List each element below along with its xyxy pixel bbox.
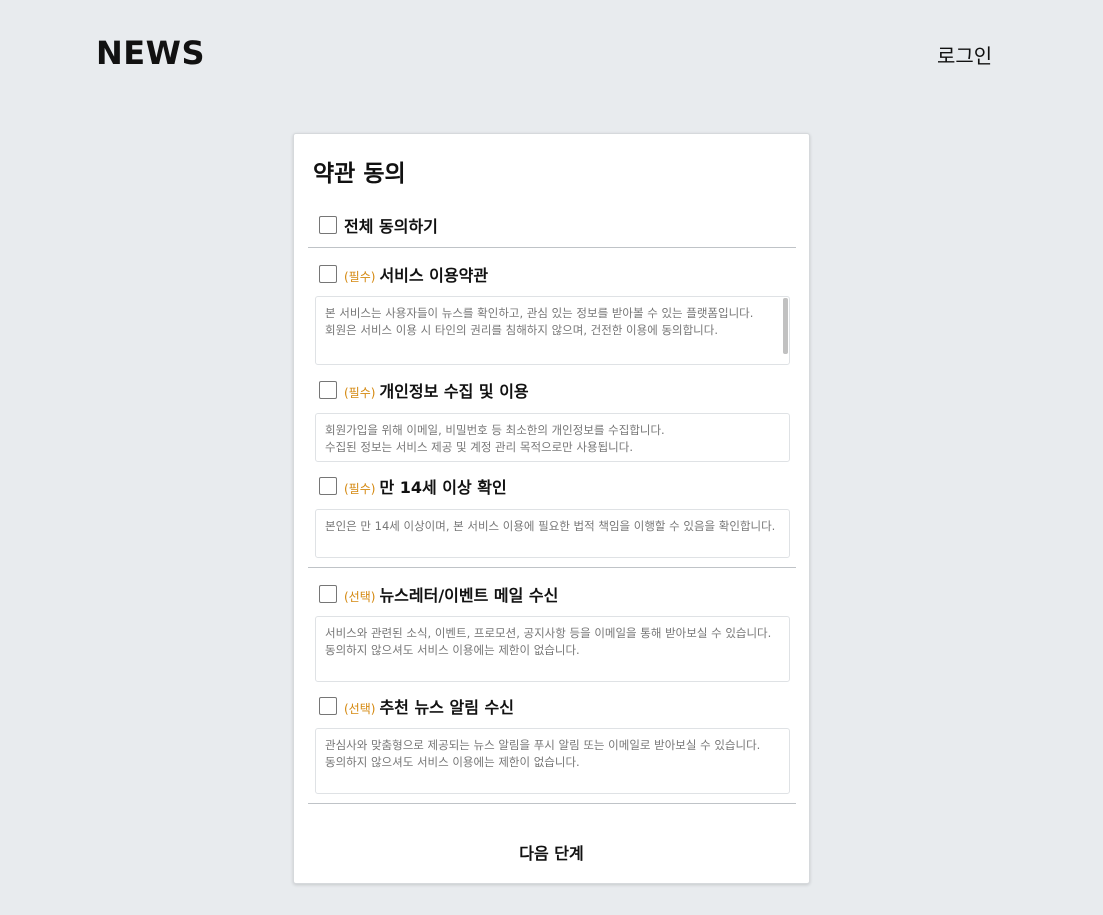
top-header: NEWS 로그인	[0, 0, 1103, 100]
next-step-button[interactable]: 다음 단계	[294, 840, 809, 864]
privacy-label[interactable]: 개인정보 수집 및 이용	[379, 378, 528, 402]
newsletter-text-box[interactable]: 서비스와 관련된 소식, 이벤트, 프로모션, 공지사항 등을 이메일을 통해 …	[315, 616, 790, 682]
page-title: 약관 동의	[313, 161, 406, 187]
terms-text-line: 동의하지 않으셔도 서비스 이용에는 제한이 없습니다.	[325, 642, 580, 657]
terms-text-line: 서비스와 관련된 소식, 이벤트, 프로모션, 공지사항 등을 이메일을 통해 …	[325, 626, 772, 640]
terms-agreement-card: 약관 동의 전체 동의하기 (필수) 서비스 이용약관 본 서비스는 사용자들이…	[293, 133, 810, 884]
terms-text-line: 수집된 정보는 서비스 제공 및 계정 관리 목적으로만 사용됩니다.	[325, 439, 633, 454]
required-tag: (필수)	[344, 386, 376, 400]
scrollbar[interactable]	[783, 298, 788, 354]
news-alert-row[interactable]: (선택) 추천 뉴스 알림 수신	[319, 694, 514, 718]
age-confirm-row[interactable]: (필수) 만 14세 이상 확인	[319, 474, 507, 498]
terms-text-line: 관심사와 맞춤형으로 제공되는 뉴스 알림을 푸시 알림 또는 이메일로 받아보…	[325, 738, 761, 752]
terms-text-line: 본인은 만 14세 이상이며, 본 서비스 이용에 필요한 법적 책임을 이행할…	[325, 519, 776, 533]
news-alert-text-box[interactable]: 관심사와 맞춤형으로 제공되는 뉴스 알림을 푸시 알림 또는 이메일로 받아보…	[315, 728, 790, 794]
privacy-row[interactable]: (필수) 개인정보 수집 및 이용	[319, 378, 529, 402]
required-tag: (필수)	[344, 270, 376, 284]
divider	[308, 567, 796, 568]
terms-text-line: 회원가입을 위해 이메일, 비밀번호 등 최소한의 개인정보를 수집합니다.	[325, 423, 665, 437]
divider	[308, 803, 796, 804]
terms-text-line: 동의하지 않으셔도 서비스 이용에는 제한이 없습니다.	[325, 754, 580, 769]
required-tag: (필수)	[344, 482, 376, 496]
divider	[308, 247, 796, 248]
news-alert-label[interactable]: 추천 뉴스 알림 수신	[379, 694, 513, 718]
login-link[interactable]: 로그인	[937, 40, 992, 69]
terms-service-row[interactable]: (필수) 서비스 이용약관	[319, 262, 488, 286]
site-logo[interactable]: NEWS	[96, 34, 205, 72]
terms-text-line: 본 서비스는 사용자들이 뉴스를 확인하고, 관심 있는 정보를 받아볼 수 있…	[325, 306, 754, 320]
agree-all-row[interactable]: 전체 동의하기	[319, 213, 438, 237]
terms-text-line: 회원은 서비스 이용 시 타인의 권리를 침해하지 않으며, 건전한 이용에 동…	[325, 322, 719, 337]
age-confirm-text-box[interactable]: 본인은 만 14세 이상이며, 본 서비스 이용에 필요한 법적 책임을 이행할…	[315, 509, 790, 558]
terms-service-label[interactable]: 서비스 이용약관	[379, 262, 488, 286]
optional-tag: (선택)	[344, 702, 376, 716]
age-confirm-checkbox[interactable]	[319, 477, 337, 495]
age-confirm-label[interactable]: 만 14세 이상 확인	[379, 474, 506, 498]
news-alert-checkbox[interactable]	[319, 697, 337, 715]
privacy-checkbox[interactable]	[319, 381, 337, 399]
agree-all-checkbox[interactable]	[319, 216, 337, 234]
privacy-text-box[interactable]: 회원가입을 위해 이메일, 비밀번호 등 최소한의 개인정보를 수집합니다. 수…	[315, 413, 790, 462]
terms-service-text-box[interactable]: 본 서비스는 사용자들이 뉴스를 확인하고, 관심 있는 정보를 받아볼 수 있…	[315, 296, 790, 365]
agree-all-label[interactable]: 전체 동의하기	[344, 213, 438, 237]
newsletter-row[interactable]: (선택) 뉴스레터/이벤트 메일 수신	[319, 582, 558, 606]
terms-service-checkbox[interactable]	[319, 265, 337, 283]
newsletter-label[interactable]: 뉴스레터/이벤트 메일 수신	[379, 582, 558, 606]
newsletter-checkbox[interactable]	[319, 585, 337, 603]
optional-tag: (선택)	[344, 590, 376, 604]
